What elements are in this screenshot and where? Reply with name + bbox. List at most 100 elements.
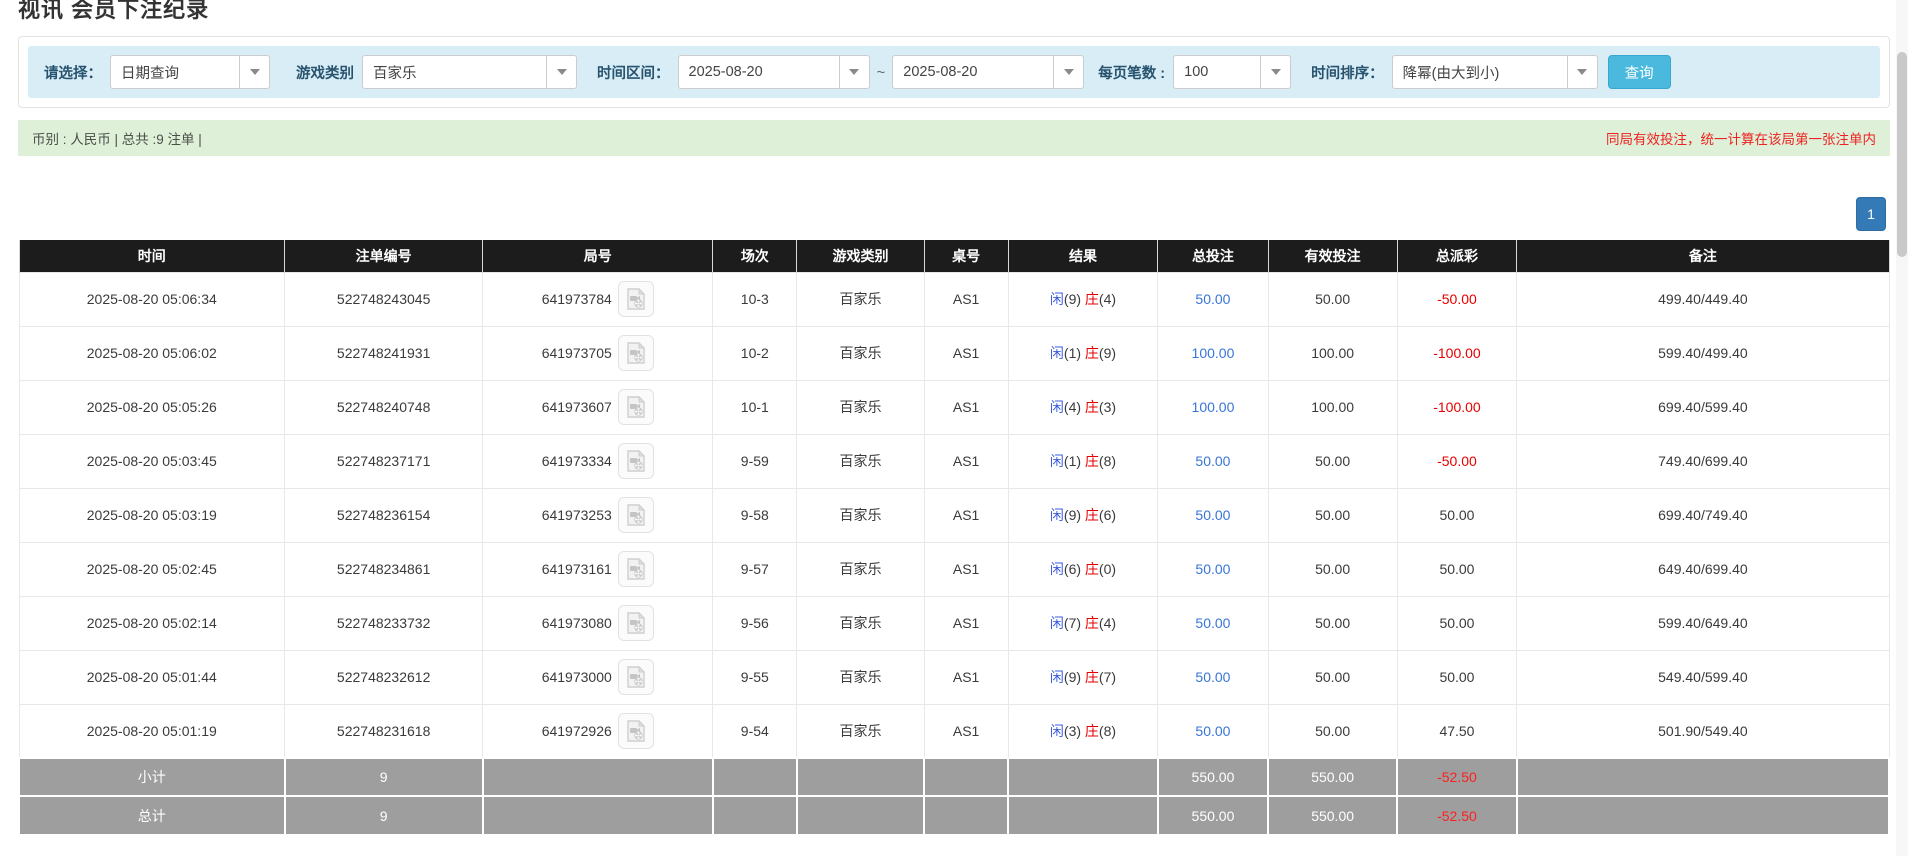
query-mode-value: 日期查询	[111, 56, 239, 88]
summary-total-bet: 550.00	[1158, 758, 1268, 796]
video-record-icon[interactable]	[618, 605, 654, 641]
cell-remark: 599.40/649.40	[1517, 596, 1889, 650]
date-from-select[interactable]: 2025-08-20	[678, 55, 870, 89]
video-record-icon[interactable]	[618, 281, 654, 317]
column-header: 时间	[19, 240, 285, 272]
chevron-down-icon[interactable]	[546, 56, 576, 88]
date-to-value: 2025-08-20	[893, 56, 1053, 88]
scrollbar-thumb[interactable]	[1897, 52, 1907, 257]
summary-remark	[1517, 796, 1889, 834]
cell-game-type: 百家乐	[797, 704, 924, 758]
game-type-select[interactable]: 百家乐	[362, 55, 577, 89]
table-row: 2025-08-20 05:06:34522748243045641973784…	[19, 272, 1889, 326]
time-sort-select[interactable]: 降幂(由大到小)	[1392, 55, 1598, 89]
banker-score: (3)	[1099, 399, 1116, 415]
cell-game-type: 百家乐	[797, 380, 924, 434]
cell-total-bet[interactable]: 50.00	[1158, 650, 1268, 704]
summary-valid-bet: 550.00	[1268, 758, 1397, 796]
summary-label: 总计	[19, 796, 285, 834]
player-score: (3)	[1064, 723, 1085, 739]
cell-bet-id: 522748240748	[285, 380, 483, 434]
cell-session: 10-2	[713, 326, 797, 380]
cell-valid-bet: 100.00	[1268, 326, 1397, 380]
cell-game-type: 百家乐	[797, 434, 924, 488]
cell-total-bet[interactable]: 50.00	[1158, 434, 1268, 488]
summary-table	[924, 758, 1008, 796]
cell-session: 9-57	[713, 542, 797, 596]
cell-session: 9-55	[713, 650, 797, 704]
video-record-icon[interactable]	[618, 389, 654, 425]
page-size-select[interactable]: 100	[1173, 55, 1291, 89]
round-id-wrap: 641972926	[483, 713, 712, 749]
cell-round-id: 641973607	[483, 380, 713, 434]
cell-result: 闲(1) 庄(9)	[1008, 326, 1158, 380]
cell-bet-id: 522748243045	[285, 272, 483, 326]
banker-score: (8)	[1099, 453, 1116, 469]
banker-result: 庄	[1085, 723, 1099, 739]
round-id-value: 641972926	[542, 723, 612, 739]
summary-game	[797, 796, 924, 834]
banker-score: (8)	[1099, 723, 1116, 739]
banker-score: (4)	[1099, 615, 1116, 631]
summary-remark	[1517, 758, 1889, 796]
cell-total-bet[interactable]: 100.00	[1158, 326, 1268, 380]
column-header: 局号	[483, 240, 713, 272]
cell-time: 2025-08-20 05:02:45	[19, 542, 285, 596]
cell-game-type: 百家乐	[797, 650, 924, 704]
chevron-down-icon[interactable]	[1053, 56, 1083, 88]
chevron-down-icon[interactable]	[239, 56, 269, 88]
summary-currency-count: 币别 : 人民币 | 总共 :9 注单 |	[32, 128, 202, 148]
round-id-value: 641973253	[542, 507, 612, 523]
query-mode-select[interactable]: 日期查询	[110, 55, 270, 89]
chevron-down-icon[interactable]	[839, 56, 869, 88]
cell-result: 闲(9) 庄(4)	[1008, 272, 1158, 326]
video-record-icon[interactable]	[618, 713, 654, 749]
player-result: 闲	[1050, 345, 1064, 361]
video-record-icon[interactable]	[618, 551, 654, 587]
summary-label: 小计	[19, 758, 285, 796]
cell-total-bet[interactable]: 100.00	[1158, 380, 1268, 434]
date-to-select[interactable]: 2025-08-20	[892, 55, 1084, 89]
game-type-value: 百家乐	[363, 56, 546, 88]
cell-time: 2025-08-20 05:03:19	[19, 488, 285, 542]
cell-valid-bet: 50.00	[1268, 596, 1397, 650]
game-type-label: 游戏类别	[296, 62, 354, 83]
player-score: (1)	[1064, 453, 1085, 469]
table-row: 2025-08-20 05:02:14522748233732641973080…	[19, 596, 1889, 650]
player-result: 闲	[1050, 669, 1064, 685]
cell-time: 2025-08-20 05:01:44	[19, 650, 285, 704]
page-button-1[interactable]: 1	[1856, 197, 1886, 231]
cell-valid-bet: 50.00	[1268, 488, 1397, 542]
video-record-icon[interactable]	[618, 497, 654, 533]
cell-round-id: 641973161	[483, 542, 713, 596]
video-record-icon[interactable]	[618, 659, 654, 695]
summary-game	[797, 758, 924, 796]
cell-bet-id: 522748232612	[285, 650, 483, 704]
player-result: 闲	[1050, 561, 1064, 577]
cell-result: 闲(9) 庄(7)	[1008, 650, 1158, 704]
table-row: 2025-08-20 05:01:19522748231618641972926…	[19, 704, 1889, 758]
page-size-value: 100	[1174, 56, 1260, 88]
round-id-value: 641973161	[542, 561, 612, 577]
vertical-scrollbar[interactable]	[1896, 0, 1908, 856]
cell-total-bet[interactable]: 50.00	[1158, 596, 1268, 650]
search-button[interactable]: 查询	[1608, 55, 1671, 89]
cell-total-bet[interactable]: 50.00	[1158, 704, 1268, 758]
banker-score: (4)	[1099, 291, 1116, 307]
cell-round-id: 641972926	[483, 704, 713, 758]
cell-total-bet[interactable]: 50.00	[1158, 272, 1268, 326]
select-mode-label: 请选择：	[44, 62, 102, 83]
column-header: 备注	[1517, 240, 1889, 272]
cell-payout: -100.00	[1397, 326, 1517, 380]
cell-total-bet[interactable]: 50.00	[1158, 488, 1268, 542]
video-record-icon[interactable]	[618, 335, 654, 371]
video-record-icon[interactable]	[618, 443, 654, 479]
cell-round-id: 641973334	[483, 434, 713, 488]
summary-result	[1008, 758, 1158, 796]
chevron-down-icon[interactable]	[1260, 56, 1290, 88]
cell-total-bet[interactable]: 50.00	[1158, 542, 1268, 596]
cell-result: 闲(9) 庄(6)	[1008, 488, 1158, 542]
table-row: 2025-08-20 05:01:44522748232612641973000…	[19, 650, 1889, 704]
chevron-down-icon[interactable]	[1567, 56, 1597, 88]
round-id-value: 641973607	[542, 399, 612, 415]
